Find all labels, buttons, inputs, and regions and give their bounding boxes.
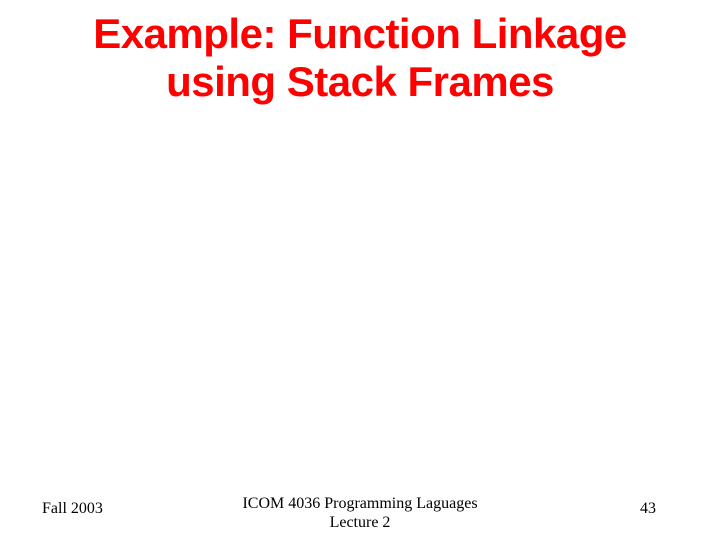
footer-course-line1: ICOM 4036 Programming Laguages <box>242 495 477 512</box>
footer-course-line2: Lecture 2 <box>330 514 391 531</box>
title-line-1: Example: Function Linkage <box>93 10 627 57</box>
title-line-2: using Stack Frames <box>166 58 554 105</box>
footer-term: Fall 2003 <box>42 500 103 518</box>
footer-course: ICOM 4036 Programming Laguages Lecture 2 <box>242 494 477 532</box>
slide-title: Example: Function Linkage using Stack Fr… <box>0 0 720 107</box>
footer-page-number: 43 <box>640 500 656 518</box>
